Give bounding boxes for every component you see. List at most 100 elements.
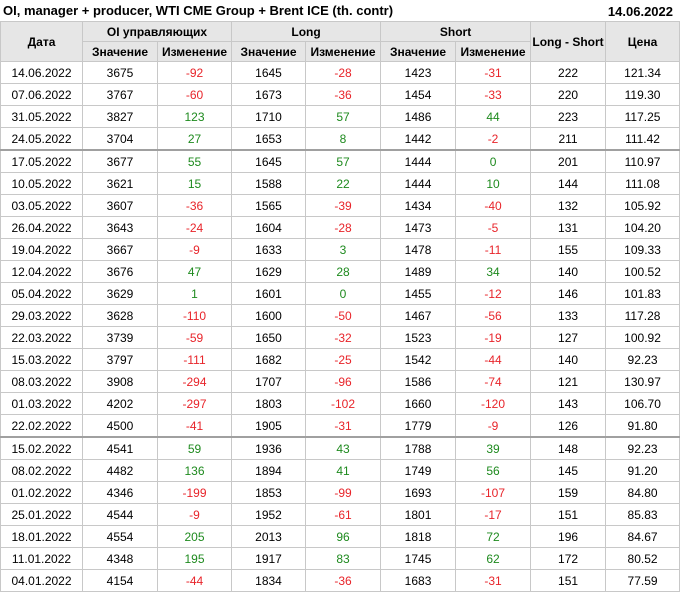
price-cell: 121.34 <box>605 61 680 84</box>
long-value-cell: 1600 <box>231 304 307 327</box>
short-change-cell: -17 <box>455 503 532 526</box>
date-cell: 11.01.2022 <box>0 547 83 570</box>
long-value-cell: 1650 <box>231 326 307 349</box>
date-cell: 01.02.2022 <box>0 481 83 504</box>
long-short-cell: 143 <box>530 392 607 415</box>
long-short-cell: 140 <box>530 260 607 283</box>
date-cell: 08.02.2022 <box>0 459 83 482</box>
price-cell: 92.23 <box>605 348 680 371</box>
table-row: 01.03.2022 4202 -297 1803 -102 1660 -120 143 106… <box>0 392 680 415</box>
price-cell: 111.42 <box>605 127 680 151</box>
long-change-cell: -39 <box>305 194 382 217</box>
short-change-cell: -9 <box>455 414 532 438</box>
title-bar: OI, manager + producer, WTI CME Group + … <box>0 0 680 23</box>
oi-change-header: Изменение <box>156 41 233 62</box>
date-cell: 19.04.2022 <box>0 238 83 261</box>
long-short-cell: 126 <box>530 414 607 438</box>
date-cell: 17.05.2022 <box>0 149 83 173</box>
short-change-cell: -31 <box>455 61 532 84</box>
oi-change-cell: 1 <box>156 282 233 305</box>
long-change-cell: -31 <box>305 414 382 438</box>
long-short-cell: 151 <box>530 503 607 526</box>
table-row: 29.03.2022 3628 -110 1600 -50 1467 -56 133 117.2… <box>0 304 680 327</box>
long-short-cell: 151 <box>530 569 607 592</box>
short-change-cell: 72 <box>455 525 532 548</box>
oi-change-cell: -111 <box>156 348 233 371</box>
report-title: OI, manager + producer, WTI CME Group + … <box>3 3 394 18</box>
date-cell: 03.05.2022 <box>0 194 83 217</box>
long-value-cell: 1588 <box>231 172 307 195</box>
price-cell: 117.28 <box>605 304 680 327</box>
long-change-cell: 28 <box>305 260 382 283</box>
long-value-cell: 1853 <box>231 481 307 504</box>
oi-change-cell: -297 <box>156 392 233 415</box>
table-row: 08.03.2022 3908 -294 1707 -96 1586 -74 121 130.9… <box>0 370 680 393</box>
long-short-cell: 196 <box>530 525 607 548</box>
date-cell: 04.01.2022 <box>0 569 83 592</box>
short-change-cell: -2 <box>455 127 532 151</box>
long-value-cell: 1952 <box>231 503 307 526</box>
long-short-cell: 222 <box>530 61 607 84</box>
price-header: Цена <box>605 21 680 62</box>
long-value-cell: 1601 <box>231 282 307 305</box>
long-short-cell: 140 <box>530 348 607 371</box>
long-value-cell: 1645 <box>231 61 307 84</box>
short-value-cell: 1542 <box>380 348 457 371</box>
oi-value-cell: 3797 <box>82 348 158 371</box>
short-value-cell: 1455 <box>380 282 457 305</box>
oi-change-cell: -9 <box>156 503 233 526</box>
short-change-cell: 10 <box>455 172 532 195</box>
short-value-cell: 1745 <box>380 547 457 570</box>
table-row: 17.05.2022 3677 55 1645 57 1444 0 201 110.97 <box>0 149 680 173</box>
long-short-cell: 148 <box>530 436 607 460</box>
short-value-cell: 1489 <box>380 260 457 283</box>
oi-value-header: Значение <box>82 41 158 62</box>
date-cell: 01.03.2022 <box>0 392 83 415</box>
long-short-cell: 132 <box>530 194 607 217</box>
short-change-header: Изменение <box>455 41 532 62</box>
long-short-cell: 131 <box>530 216 607 239</box>
oi-value-cell: 3908 <box>82 370 158 393</box>
long-value-cell: 1905 <box>231 414 307 438</box>
short-change-cell: -107 <box>455 481 532 504</box>
long-change-cell: 83 <box>305 547 382 570</box>
long-group-header: Long <box>231 21 382 42</box>
oi-change-cell: -9 <box>156 238 233 261</box>
long-change-cell: -102 <box>305 392 382 415</box>
long-short-cell: 155 <box>530 238 607 261</box>
long-change-cell: 43 <box>305 436 382 460</box>
short-value-cell: 1788 <box>380 436 457 460</box>
price-cell: 104.20 <box>605 216 680 239</box>
table-row: 03.05.2022 3607 -36 1565 -39 1434 -40 132 105.92 <box>0 194 680 217</box>
long-value-cell: 1673 <box>231 83 307 106</box>
table-body: 14.06.2022 3675 -92 1645 -28 1423 -31 222 121.34… <box>0 61 680 592</box>
table-row: 31.05.2022 3827 123 1710 57 1486 44 223 117.25 <box>0 105 680 128</box>
short-value-cell: 1693 <box>380 481 457 504</box>
short-change-cell: 0 <box>455 149 532 173</box>
date-cell: 26.04.2022 <box>0 216 83 239</box>
short-change-cell: -5 <box>455 216 532 239</box>
oi-change-cell: -24 <box>156 216 233 239</box>
date-cell: 31.05.2022 <box>0 105 83 128</box>
long-short-cell: 211 <box>530 127 607 151</box>
long-value-cell: 1707 <box>231 370 307 393</box>
long-change-cell: 96 <box>305 525 382 548</box>
long-short-cell: 133 <box>530 304 607 327</box>
long-short-cell: 146 <box>530 282 607 305</box>
price-cell: 105.92 <box>605 194 680 217</box>
table-row: 25.01.2022 4544 -9 1952 -61 1801 -17 151 85.83 <box>0 503 680 526</box>
long-short-cell: 145 <box>530 459 607 482</box>
cot-table: Дата OI управляющих Long Short Long - Sh… <box>0 21 680 592</box>
price-cell: 84.80 <box>605 481 680 504</box>
table-row: 26.04.2022 3643 -24 1604 -28 1473 -5 131 104.20 <box>0 216 680 239</box>
oi-change-cell: -199 <box>156 481 233 504</box>
date-cell: 29.03.2022 <box>0 304 83 327</box>
date-cell: 18.01.2022 <box>0 525 83 548</box>
price-cell: 85.83 <box>605 503 680 526</box>
short-value-cell: 1660 <box>380 392 457 415</box>
oi-value-cell: 4348 <box>82 547 158 570</box>
table-row: 15.03.2022 3797 -111 1682 -25 1542 -44 140 92.23 <box>0 348 680 371</box>
long-value-cell: 1894 <box>231 459 307 482</box>
long-short-cell: 144 <box>530 172 607 195</box>
long-change-cell: 57 <box>305 149 382 173</box>
